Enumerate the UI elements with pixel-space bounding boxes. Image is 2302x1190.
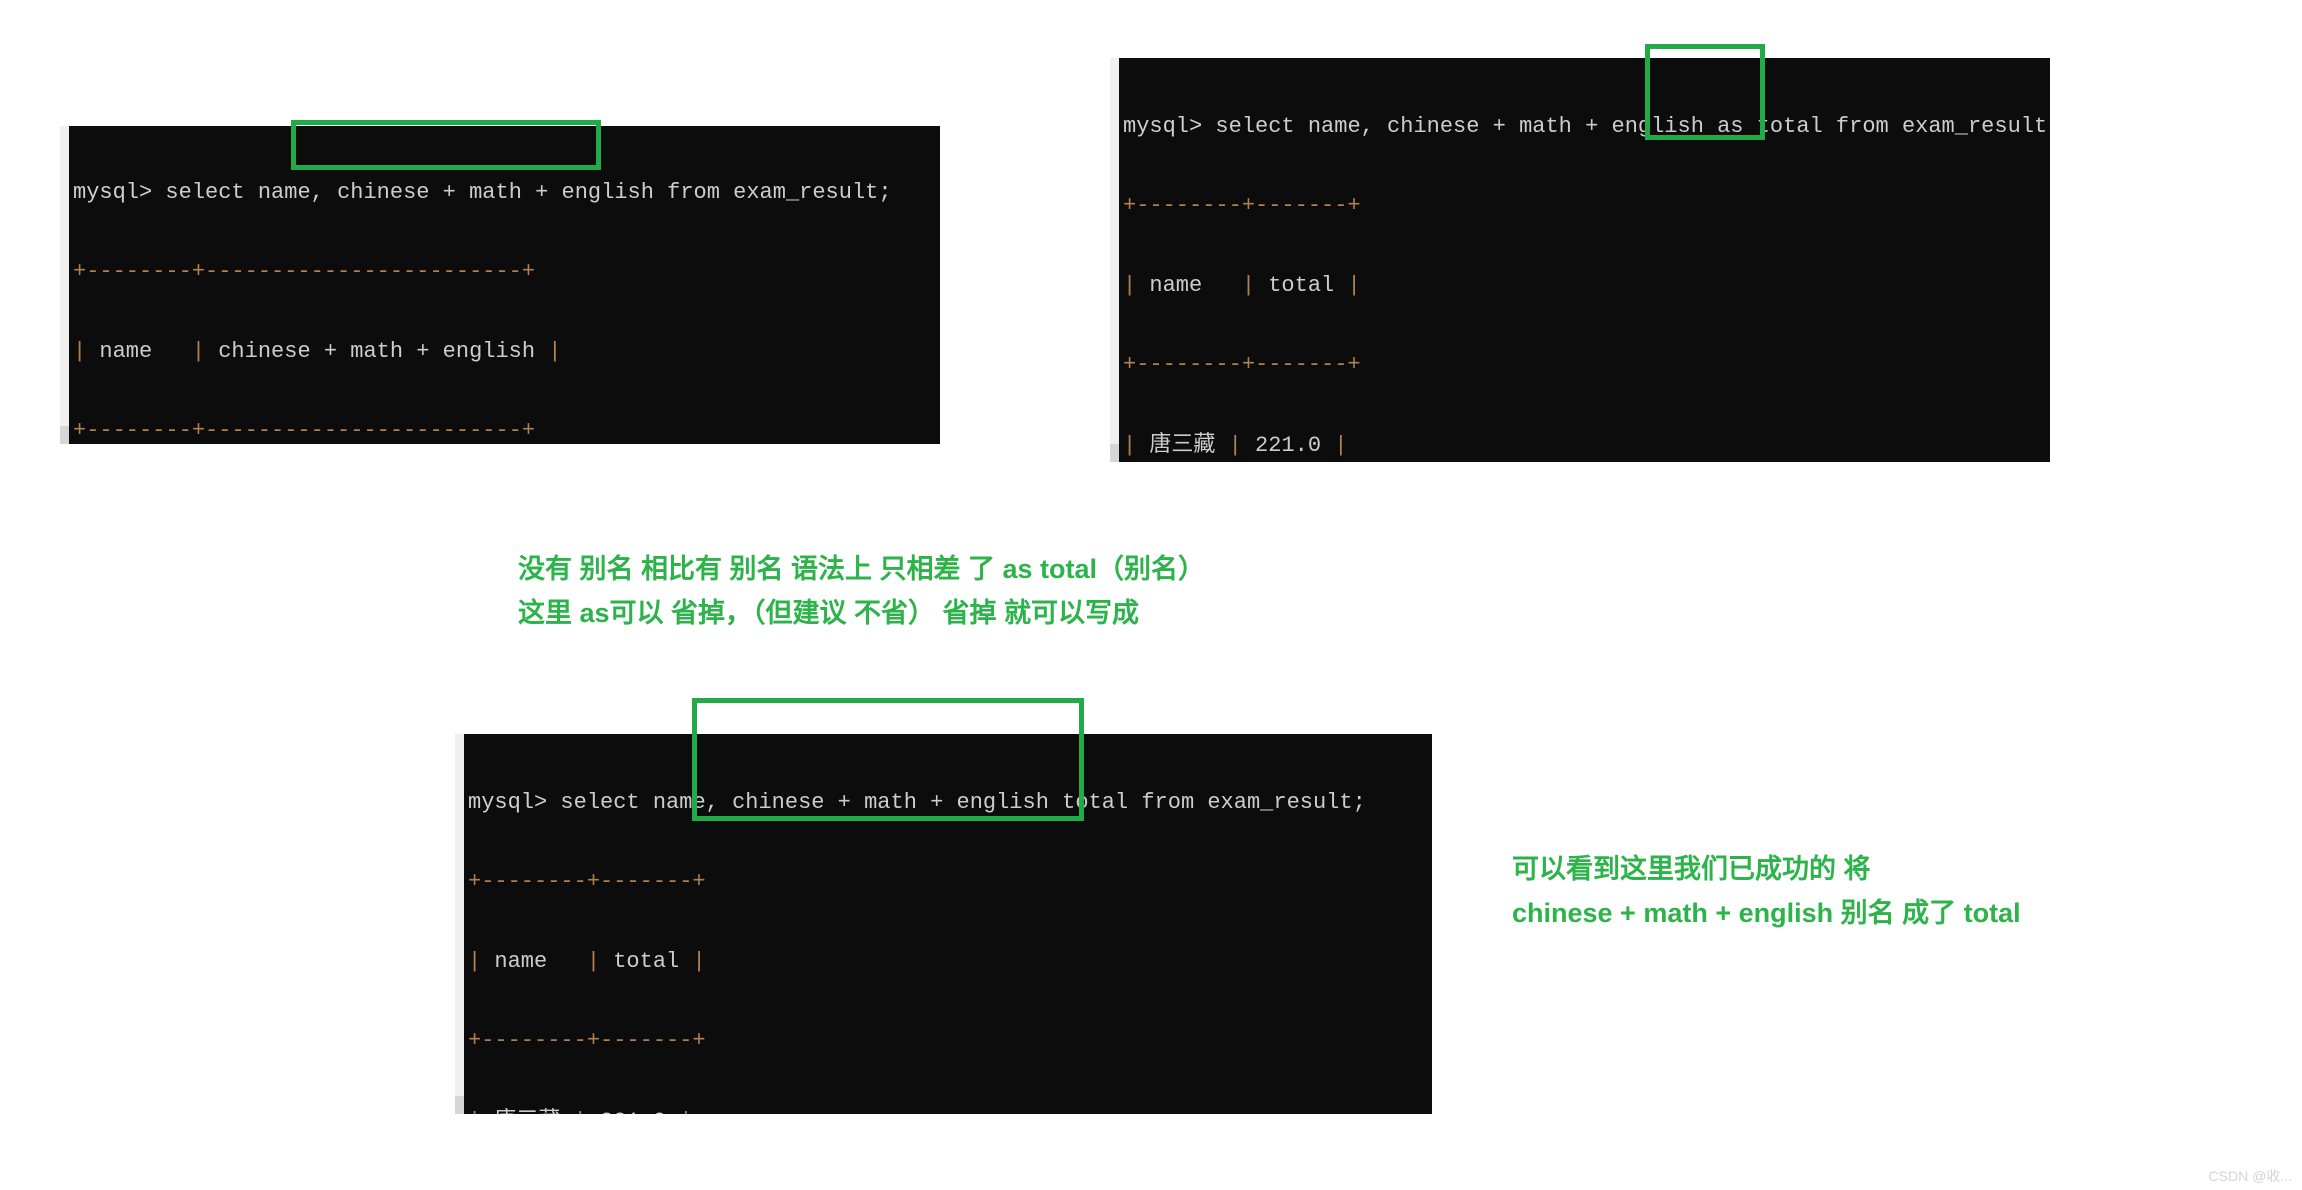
command-highlighted-alias: as total (1717, 114, 1823, 139)
terminal-scrollbar[interactable] (60, 126, 69, 444)
command-text-after: from exam_result; (1822, 114, 2050, 139)
command-text-before: select name, (560, 790, 733, 815)
command-highlighted-expression-alias: chinese + math + english total (732, 790, 1129, 815)
column-header-total: total (1268, 272, 1335, 298)
annotation-middle-line-1: 没有 别名 相比有 别名 语法上 只相差 了 as total（别名） (518, 554, 1206, 584)
cell-name: 唐三藏 (1149, 431, 1216, 457)
table-row: | 唐三藏 | 221.0 | (468, 1106, 1432, 1114)
table-row: | 唐三藏 | 221.0 | (1123, 431, 1348, 458)
command-text-after: from exam_result; (1128, 790, 1366, 815)
command-text-before: select name, (165, 180, 338, 205)
command-text-before: select name, chinese + math + english (1215, 114, 1718, 139)
column-header-name: name (494, 948, 548, 974)
column-header-expression: chinese + math + english (218, 338, 536, 364)
watermark: CSDN @收... (2208, 1168, 2292, 1184)
command-text-after: from exam_result; (653, 180, 892, 205)
annotation-right: 可以看到这里我们已成功的 将 chinese + math + english … (1512, 848, 2021, 935)
table-rule-mid: +--------+-------+ (1123, 352, 1361, 378)
terminal-window-implicit-alias[interactable]: mysql> select name, chinese + math + eng… (455, 734, 1432, 1114)
table-header-row: | name | total | (468, 948, 706, 974)
annotation-right-line-2: chinese + math + english 别名 成了 total (1512, 897, 2021, 928)
terminal-scrollbar[interactable] (1110, 58, 1119, 462)
terminal-scroll-thumb[interactable] (1110, 58, 1119, 444)
column-header-name: name (99, 338, 153, 364)
terminal-window-as-total[interactable]: mysql> select name, chinese + math + eng… (1110, 58, 2050, 462)
command-line: mysql> select name, chinese + math + eng… (468, 788, 1432, 817)
annotation-middle: 没有 别名 相比有 别名 语法上 只相差 了 as total（别名） 这里 a… (518, 548, 1205, 635)
cell-name: 唐三藏 (494, 1108, 560, 1114)
terminal-window-no-alias[interactable]: mysql> select name, chinese + math + eng… (60, 126, 940, 444)
cell-total: 221.0 (1255, 432, 1322, 458)
annotation-middle-line-2: 这里 as可以 省掉，（但建议 不省） 省掉 就可以写成 (518, 597, 1140, 628)
cell-total: 221.0 (600, 1109, 666, 1114)
table-rule-top: +--------+------------------------+ (73, 259, 536, 285)
table-rule-top: +--------+-------+ (468, 869, 706, 895)
table-rule-mid: +--------+------------------------+ (73, 418, 536, 444)
command-line: mysql> select name, chinese + math + eng… (73, 178, 940, 207)
terminal-scrollbar[interactable] (455, 734, 464, 1114)
column-header-total: total (613, 948, 680, 974)
command-line: mysql> select name, chinese + math + eng… (1123, 112, 2050, 141)
table-header-row: | name | chinese + math + english | (73, 338, 562, 364)
terminal-content: mysql> select name, chinese + math + eng… (69, 126, 940, 444)
table-header-row: | name | total | (1123, 272, 1361, 298)
column-header-name: name (1149, 272, 1203, 298)
terminal-scroll-thumb[interactable] (60, 126, 69, 426)
command-highlighted-expression: chinese + math + english (337, 180, 654, 205)
table-rule-top: +--------+-------+ (1123, 193, 1361, 219)
terminal-scroll-thumb[interactable] (455, 734, 464, 1096)
terminal-content: mysql> select name, chinese + math + eng… (464, 734, 1432, 1114)
prompt-label: mysql> (73, 180, 166, 205)
prompt-label: mysql> (1123, 114, 1216, 139)
terminal-content: mysql> select name, chinese + math + eng… (1119, 58, 2050, 462)
prompt-label: mysql> (468, 790, 561, 815)
table-rule-mid: +--------+-------+ (468, 1028, 706, 1054)
annotation-right-line-1: 可以看到这里我们已成功的 将 (1512, 854, 1871, 884)
